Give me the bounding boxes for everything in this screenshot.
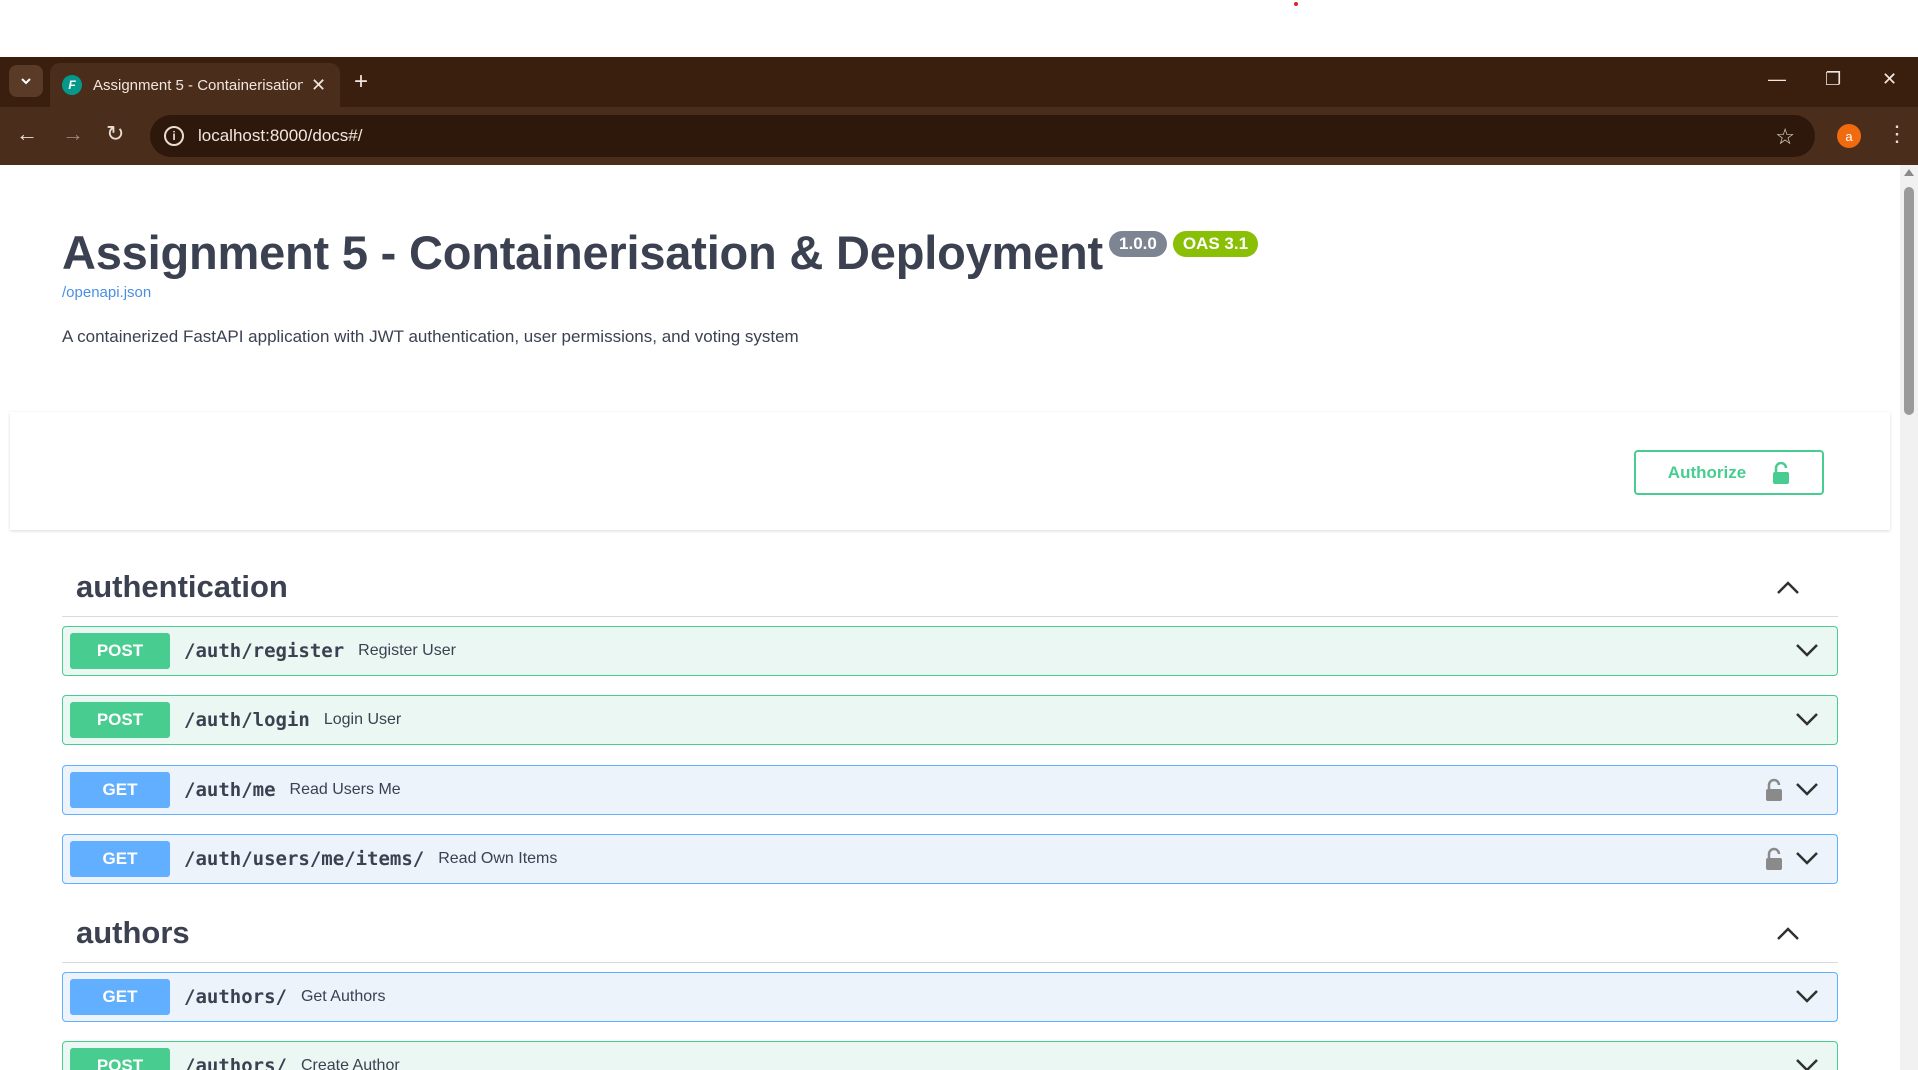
scrollbar-thumb[interactable]: [1904, 187, 1914, 415]
tag-authentication: authentication: [62, 557, 1838, 617]
desktop-strip: [0, 0, 1918, 57]
operation-summary: Get Authors: [300, 988, 386, 1005]
authorize-button[interactable]: Authorize: [1634, 450, 1824, 495]
restore-icon[interactable]: ❐: [1825, 69, 1841, 90]
chevron-down-icon[interactable]: [1795, 711, 1819, 727]
fastapi-favicon-icon: F: [62, 75, 82, 95]
profile-avatar[interactable]: a: [1837, 124, 1861, 148]
tag-header-authentication[interactable]: authentication: [62, 557, 1838, 617]
openapi-json-link[interactable]: /openapi.json: [62, 284, 1258, 301]
browser-tab[interactable]: F Assignment 5 - Containerisation & Depl…: [50, 63, 340, 107]
operation-summary: Register User: [358, 642, 456, 659]
operation-summary: Read Own Items: [438, 850, 558, 867]
operation-post-authors[interactable]: POST /authors/ Create Author: [62, 1041, 1838, 1070]
minimize-icon[interactable]: —: [1768, 69, 1786, 90]
red-dot: [1294, 2, 1298, 6]
operation-get-auth-users-me-items[interactable]: GET /auth/users/me/items/ Read Own Items: [62, 834, 1838, 884]
operation-path: /authors/: [184, 1055, 287, 1070]
api-description: A containerized FastAPI application with…: [62, 327, 799, 346]
operation-path: /auth/me: [184, 779, 276, 801]
chevron-down-icon[interactable]: [1795, 988, 1819, 1004]
chevron-down-icon[interactable]: [1795, 850, 1819, 866]
new-tab-button[interactable]: +: [354, 68, 368, 96]
api-info: Assignment 5 - Containerisation & Deploy…: [62, 225, 1259, 347]
tab-search-button[interactable]: [9, 65, 43, 97]
swagger-page: Assignment 5 - Containerisation & Deploy…: [0, 165, 1900, 1070]
operation-get-authors[interactable]: GET /authors/ Get Authors: [62, 972, 1838, 1022]
back-arrow-icon[interactable]: ←: [16, 121, 38, 147]
tag-name: authors: [76, 914, 190, 950]
operation-path: /auth/login: [184, 709, 310, 731]
operation-path: /authors/: [184, 986, 287, 1008]
page-scrollbar[interactable]: [1900, 165, 1918, 1070]
method-badge: GET: [70, 979, 170, 1015]
lock-open-icon[interactable]: [1765, 847, 1783, 871]
forward-arrow-icon[interactable]: →: [62, 121, 84, 147]
operation-post-auth-register[interactable]: POST /auth/register Register User: [62, 626, 1838, 676]
browser-menu-icon[interactable]: ⋮: [1886, 121, 1908, 147]
method-badge: POST: [70, 633, 170, 669]
tab-title: Assignment 5 - Containerisation & Deploy…: [93, 76, 303, 94]
chevron-down-icon[interactable]: [1795, 642, 1819, 658]
url-text[interactable]: localhost:8000/docs#/: [198, 126, 362, 146]
chevron-up-icon[interactable]: [1776, 925, 1800, 941]
operation-post-auth-login[interactable]: POST /auth/login Login User: [62, 695, 1838, 745]
lock-open-icon: [1773, 461, 1790, 484]
page-title: Assignment 5 - Containerisation & Deploy…: [62, 226, 1104, 279]
browser-toolbar: ← → ↻ i localhost:8000/docs#/ ☆ a ⋮: [0, 107, 1918, 165]
method-badge: GET: [70, 841, 170, 877]
api-title-row: Assignment 5 - Containerisation & Deploy…: [62, 225, 1259, 280]
operation-get-auth-me[interactable]: GET /auth/me Read Users Me: [62, 765, 1838, 815]
address-bar[interactable]: i localhost:8000/docs#/ ☆: [150, 115, 1815, 157]
method-badge: POST: [70, 702, 170, 738]
chevron-down-icon[interactable]: [1795, 1057, 1819, 1070]
oas-badge: OAS 3.1: [1172, 231, 1259, 257]
close-window-icon[interactable]: ✕: [1882, 69, 1897, 90]
reload-icon[interactable]: ↻: [106, 121, 124, 147]
method-badge: POST: [70, 1048, 170, 1070]
method-badge: GET: [70, 772, 170, 808]
browser-tab-bar: F Assignment 5 - Containerisation & Depl…: [0, 57, 1918, 107]
scroll-up-icon[interactable]: [1904, 169, 1914, 176]
tag-name: authentication: [76, 568, 288, 604]
operation-summary: Create Author: [300, 1057, 400, 1070]
version-badge: 1.0.0: [1109, 231, 1167, 257]
chevron-down-icon: [21, 78, 31, 85]
site-info-icon[interactable]: i: [164, 126, 184, 146]
close-tab-icon[interactable]: ✕: [311, 75, 326, 96]
operation-summary: Login User: [323, 711, 402, 728]
tag-authors: authors: [62, 903, 1838, 963]
operation-path: /auth/users/me/items/: [184, 848, 425, 870]
scheme-container: Authorize: [10, 412, 1890, 530]
authorize-label: Authorize: [1667, 462, 1747, 482]
chevron-down-icon[interactable]: [1795, 781, 1819, 797]
chevron-up-icon[interactable]: [1776, 579, 1800, 595]
tag-header-authors[interactable]: authors: [62, 903, 1838, 963]
operation-summary: Read Users Me: [289, 781, 401, 798]
operation-path: /auth/register: [184, 640, 345, 662]
lock-open-icon[interactable]: [1765, 778, 1783, 802]
bookmark-star-icon[interactable]: ☆: [1775, 124, 1795, 150]
